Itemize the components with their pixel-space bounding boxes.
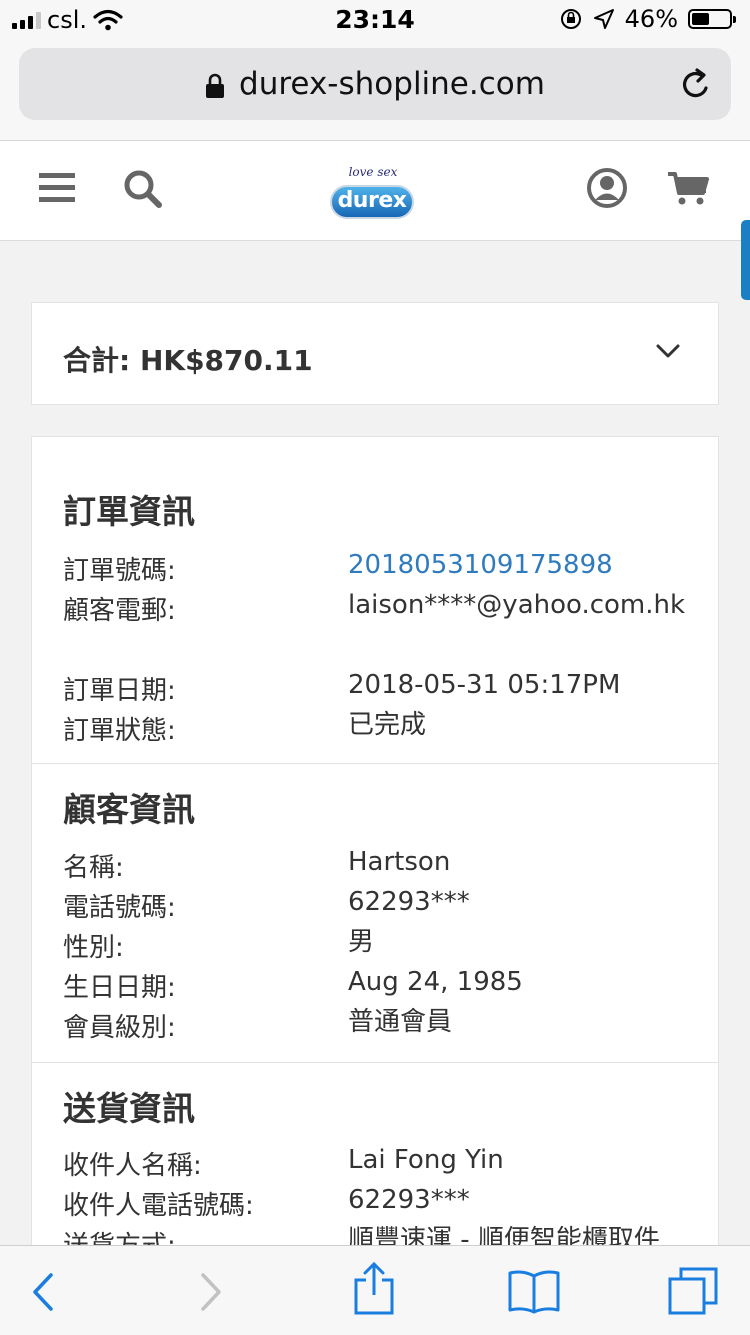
row-label: 訂單狀態: bbox=[63, 716, 176, 746]
row-label: 名稱: bbox=[63, 853, 124, 883]
forward-icon[interactable] bbox=[198, 1272, 224, 1312]
row-label: 訂單號碼: bbox=[63, 556, 176, 586]
battery-percent: 46% bbox=[624, 5, 678, 33]
row-label: 生日日期: bbox=[63, 973, 176, 1003]
row-label: 電話號碼: bbox=[63, 893, 176, 923]
rotation-lock-icon bbox=[560, 9, 581, 29]
order-number-link[interactable]: 2018053109175898 bbox=[348, 545, 688, 585]
battery-icon bbox=[688, 9, 736, 29]
tabs-icon[interactable] bbox=[667, 1266, 719, 1316]
location-icon bbox=[593, 9, 614, 29]
url-text: durex-shopline.com bbox=[239, 66, 545, 102]
logo-brand: durex bbox=[337, 188, 407, 213]
bookmarks-icon[interactable] bbox=[507, 1268, 561, 1314]
row-value: laison****@yahoo.com.hk bbox=[348, 590, 686, 620]
row-value: 普通會員 bbox=[348, 1007, 453, 1037]
row-value: 62293*** bbox=[348, 887, 470, 917]
row-label: 顧客電郵: bbox=[63, 596, 176, 626]
durex-logo[interactable]: love sex durex bbox=[318, 155, 428, 229]
site-header: love sex durex bbox=[0, 141, 750, 241]
order-total: 合計: HK$870.11 bbox=[63, 344, 313, 377]
menu-icon[interactable] bbox=[39, 171, 75, 203]
side-scroll-tab[interactable] bbox=[741, 220, 750, 300]
row-value: Aug 24, 1985 bbox=[348, 967, 523, 997]
browser-url-area: durex-shopline.com bbox=[0, 40, 750, 141]
reload-icon[interactable] bbox=[679, 66, 713, 102]
order-details-card: 訂單資訊 訂單號碼: 2018053109175898 顧客電郵: laison… bbox=[31, 436, 719, 1261]
section-title: 訂單資訊 bbox=[63, 492, 195, 531]
section-title: 送貨資訊 bbox=[63, 1089, 195, 1128]
cart-icon[interactable] bbox=[667, 171, 709, 207]
section-divider bbox=[32, 1062, 718, 1063]
logo-tagline: love sex bbox=[348, 165, 398, 179]
lock-icon bbox=[206, 73, 225, 98]
section-title: 顧客資訊 bbox=[63, 790, 195, 829]
search-icon[interactable] bbox=[123, 169, 163, 209]
row-value: 男 bbox=[348, 927, 375, 957]
url-bar[interactable]: durex-shopline.com bbox=[19, 48, 731, 120]
row-label: 訂單日期: bbox=[63, 676, 176, 706]
account-icon[interactable] bbox=[586, 167, 628, 209]
row-value: 62293*** bbox=[348, 1185, 470, 1215]
order-total-card[interactable]: 合計: HK$870.11 bbox=[31, 302, 719, 405]
section-divider bbox=[32, 763, 718, 764]
row-value: 2018-05-31 05:17PM bbox=[348, 670, 621, 700]
chevron-down-icon[interactable] bbox=[656, 343, 680, 359]
row-value: 已完成 bbox=[348, 710, 427, 740]
row-label: 收件人電話號碼: bbox=[63, 1191, 254, 1221]
status-bar: csl. 23:14 46% bbox=[0, 0, 750, 40]
url-display[interactable]: durex-shopline.com bbox=[19, 66, 731, 102]
row-value: Lai Fong Yin bbox=[348, 1145, 504, 1175]
share-icon[interactable] bbox=[352, 1262, 396, 1316]
browser-toolbar bbox=[0, 1245, 750, 1335]
status-right: 46% bbox=[559, 5, 736, 33]
row-value: Hartson bbox=[348, 847, 451, 877]
back-icon[interactable] bbox=[30, 1272, 56, 1312]
row-label: 會員級別: bbox=[63, 1013, 176, 1043]
row-label: 性別: bbox=[63, 933, 124, 963]
row-label: 收件人名稱: bbox=[63, 1151, 202, 1181]
